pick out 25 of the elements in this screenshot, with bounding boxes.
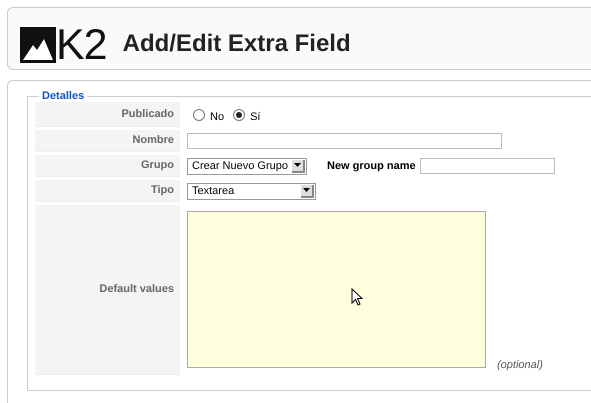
radio-button[interactable] bbox=[233, 108, 246, 120]
field-label: Publicado bbox=[121, 106, 174, 122]
radio-button[interactable] bbox=[193, 108, 205, 120]
section-legend: Detalles bbox=[39, 91, 88, 102]
group-name-input-field[interactable] bbox=[420, 158, 555, 174]
mouse-pointer-icon bbox=[351, 288, 363, 306]
name-input-field[interactable] bbox=[187, 133, 502, 149]
option-label: Sí bbox=[250, 110, 260, 125]
field-label: New group name bbox=[327, 158, 416, 174]
dropdown-value: Crear Nuevo Grupo bbox=[192, 158, 288, 174]
option-label: No bbox=[210, 110, 224, 125]
caret-icon bbox=[303, 188, 310, 192]
mountain-logo-icon bbox=[20, 26, 56, 62]
field-label: Default values bbox=[99, 282, 174, 298]
caret-icon bbox=[294, 163, 301, 167]
dropdown[interactable]: Crear Nuevo Grupo bbox=[187, 158, 307, 174]
optional-note: (optional) bbox=[497, 358, 543, 372]
textarea-field[interactable] bbox=[187, 211, 486, 368]
page-title: Add/Edit Extra Field bbox=[122, 30, 351, 59]
logo-text: K2 bbox=[56, 26, 107, 62]
field-label: Tipo bbox=[150, 183, 174, 198]
field-label: Nombre bbox=[132, 133, 174, 148]
field-label: Grupo bbox=[141, 158, 174, 174]
dropdown[interactable]: Textarea bbox=[187, 182, 316, 200]
dropdown-value: Textarea bbox=[192, 184, 234, 199]
